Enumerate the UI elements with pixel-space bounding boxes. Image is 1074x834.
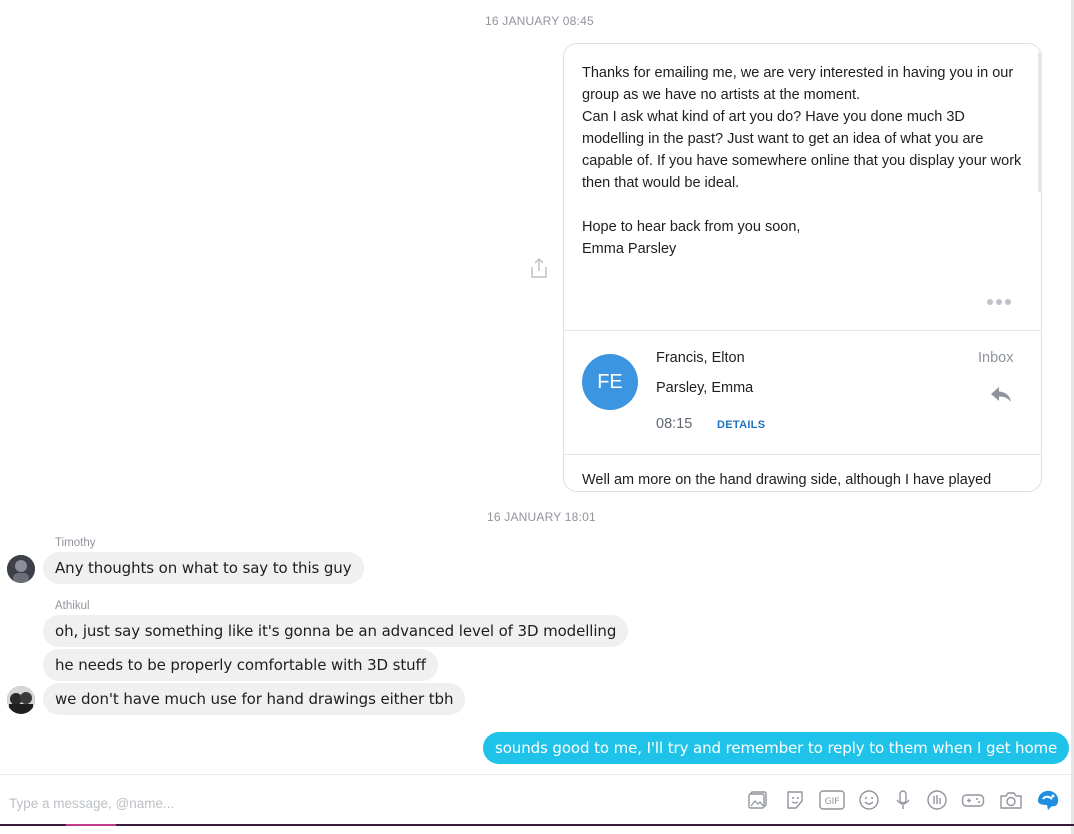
message-bubble-outgoing[interactable]: sounds good to me, I'll try and remember… bbox=[483, 732, 1070, 764]
more-options-icon[interactable] bbox=[987, 292, 1014, 308]
message-bubble[interactable]: oh, just say something like it's gonna b… bbox=[43, 615, 629, 647]
email-scrollbar[interactable] bbox=[1038, 52, 1042, 192]
message-bubble[interactable]: he needs to be properly comfortable with… bbox=[43, 649, 438, 681]
message-input[interactable] bbox=[7, 792, 611, 814]
poll-icon[interactable] bbox=[925, 788, 949, 812]
camera-icon[interactable] bbox=[999, 788, 1023, 812]
email-next-preview: Well am more on the hand drawing side, a… bbox=[582, 472, 992, 488]
message-bubble[interactable]: we don't have much use for hand drawings… bbox=[43, 683, 466, 715]
email-time: 08:15 bbox=[656, 416, 693, 432]
timestamp-second: 16 JANUARY 18:01 bbox=[487, 510, 596, 524]
svg-text:GIF: GIF bbox=[825, 797, 840, 807]
avatar-timothy[interactable] bbox=[7, 555, 35, 583]
taskbar-accent bbox=[66, 824, 116, 826]
avatar-athikul[interactable] bbox=[7, 686, 35, 714]
email-body-text: Thanks for emailing me, we are very inte… bbox=[582, 65, 1022, 257]
sticker-icon[interactable] bbox=[783, 788, 807, 812]
reply-icon[interactable] bbox=[989, 384, 1013, 404]
sender-avatar: FE bbox=[582, 354, 638, 410]
email-divider-bottom bbox=[564, 454, 1041, 455]
composer-divider bbox=[0, 774, 1071, 775]
sender-name-athikul: Athikul bbox=[55, 600, 90, 612]
share-icon[interactable] bbox=[528, 256, 550, 280]
image-icon[interactable] bbox=[746, 788, 770, 812]
send-like-icon[interactable] bbox=[1035, 788, 1061, 812]
email-folder: Inbox bbox=[978, 350, 1014, 366]
gif-icon[interactable]: GIF bbox=[819, 788, 845, 812]
sender-name-timothy: Timothy bbox=[55, 537, 96, 549]
email-from: Francis, Elton bbox=[656, 350, 745, 366]
shared-email-card[interactable]: Thanks for emailing me, we are very inte… bbox=[563, 43, 1042, 492]
taskbar-strip bbox=[0, 824, 1074, 826]
details-link[interactable]: DETAILS bbox=[717, 419, 765, 431]
game-controller-icon[interactable] bbox=[961, 788, 985, 812]
email-to: Parsley, Emma bbox=[656, 380, 754, 396]
email-divider-top bbox=[564, 330, 1041, 331]
microphone-icon[interactable] bbox=[891, 788, 915, 812]
emoji-icon[interactable] bbox=[857, 788, 881, 812]
timestamp-first: 16 JANUARY 08:45 bbox=[485, 14, 594, 28]
message-bubble[interactable]: Any thoughts on what to say to this guy bbox=[43, 552, 364, 584]
